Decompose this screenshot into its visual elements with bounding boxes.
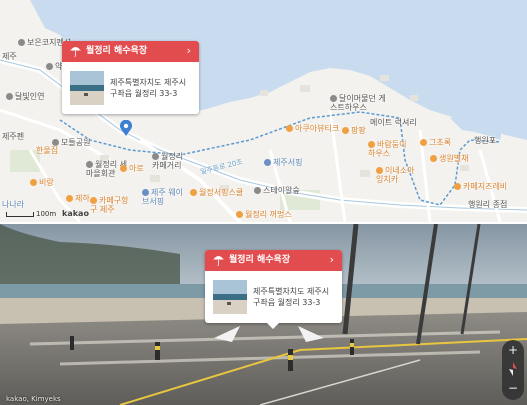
card-address: 제주특별자치도 제주시 구좌읍 월정리 33-3	[110, 78, 187, 98]
poi-birang[interactable]: 비랑	[30, 178, 54, 187]
rv-card-address: 제주특별자치도 제주시 구좌읍 월정리 33-3	[253, 287, 330, 307]
rv-card-body: 제주특별자치도 제주시 구좌읍 월정리 33-3	[205, 271, 342, 323]
nav-arrow-right-icon[interactable]	[296, 324, 326, 344]
poi-guesthouse[interactable]: 달이머물던 게스트하우스	[330, 94, 386, 112]
compass-icon[interactable]	[508, 362, 518, 376]
roadview-credit: kakao, Kimyeks	[6, 395, 61, 403]
umbrella-icon	[70, 47, 81, 57]
roadview[interactable]: 월정리 해수욕장 › 제주특별자치도 제주시 구좌읍 월정리 33-3 kaka…	[0, 224, 527, 405]
poi-pankeyo[interactable]: 팡팡	[342, 126, 366, 135]
poi-ggori[interactable]: 월정리 꺼멍스	[236, 210, 292, 219]
poi-woljeong-beach[interactable]: 월정리 카페거리	[152, 152, 188, 170]
map-pin-icon[interactable]	[119, 120, 133, 136]
poi-surf-school[interactable]: 월정서핑스쿨	[190, 188, 243, 197]
poi-stay[interactable]: 스테이알숲	[254, 186, 300, 195]
map-info-card[interactable]: 월정리 해수욕장 › 제주특별자치도 제주시 구좌읍 월정리 33-3	[62, 41, 199, 114]
poi-waves[interactable]: 제주 웨이브서핑	[142, 188, 186, 206]
kakao-logo: kakao	[62, 209, 89, 218]
nav-arrow-left-icon[interactable]	[212, 324, 242, 344]
poi-mate[interactable]: 메이트 럭셔리	[370, 118, 417, 127]
poi-jeha[interactable]: 제하	[66, 194, 90, 203]
poi-saengwol[interactable]: 생원별채	[430, 154, 468, 163]
chevron-right-icon[interactable]: ›	[187, 44, 191, 58]
umbrella-icon	[213, 256, 224, 266]
poi-aleum[interactable]: 아로	[120, 164, 144, 173]
map-view[interactable]: 일주동로 20조 보은코지펜션 약국 달빛인연 제주 모들공원 한울집 제주펜 …	[0, 0, 527, 222]
poi-cafe-jeju[interactable]: 카페지즈레비	[454, 182, 507, 191]
poi-cafe-harbor[interactable]: 카페구항구 제주	[90, 196, 130, 214]
poi-jeju1[interactable]: 제주	[2, 52, 17, 61]
poi-haengwon[interactable]: 행원포	[474, 136, 496, 145]
zoom-control: + −	[502, 340, 524, 400]
poi-aqua[interactable]: 아쿠아뷰티크	[286, 124, 339, 133]
beach-thumbnail[interactable]	[213, 280, 247, 314]
card-header[interactable]: 월정리 해수욕장 ›	[62, 41, 199, 62]
card-title[interactable]: 월정리 해수욕장	[86, 45, 147, 57]
scale-bar: 100m	[6, 210, 56, 218]
poi-surfing[interactable]: 제주서핑	[264, 158, 302, 167]
card-body: 제주특별자치도 제주시 구좌읍 월정리 33-3	[62, 62, 199, 114]
roadview-info-card[interactable]: 월정리 해수욕장 › 제주특별자치도 제주시 구좌읍 월정리 33-3	[205, 250, 342, 329]
poi-nanara[interactable]: 나나라	[2, 200, 24, 209]
poi-barami[interactable]: 바람둥이 하우스	[368, 140, 410, 158]
rv-card-header[interactable]: 월정리 해수욕장 ›	[205, 250, 342, 271]
poi-dalbit[interactable]: 달빛인연	[6, 92, 44, 101]
card-tail	[267, 323, 279, 329]
poi-haengwonri[interactable]: 행원리 종점	[468, 200, 507, 209]
poi-hanyang[interactable]: 한울집	[36, 146, 58, 155]
zoom-out-button[interactable]: −	[502, 381, 524, 395]
poi-inaesoa[interactable]: 이네소아 잉치카	[376, 166, 420, 184]
poi-jejupension[interactable]: 제주펜	[2, 132, 24, 141]
poi-marine[interactable]: 그초록	[420, 138, 451, 147]
chevron-right-icon[interactable]: ›	[330, 253, 334, 267]
beach-thumbnail[interactable]	[70, 71, 104, 105]
rv-card-title[interactable]: 월정리 해수욕장	[229, 254, 290, 266]
zoom-in-button[interactable]: +	[502, 343, 524, 357]
